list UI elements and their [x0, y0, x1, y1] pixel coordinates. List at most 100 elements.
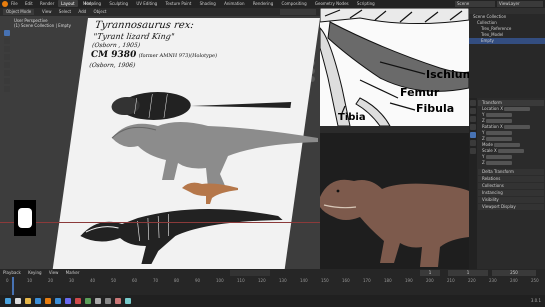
- data-tab-icon[interactable]: [470, 148, 476, 154]
- timeline-tick: 250: [531, 278, 539, 283]
- end-frame-field[interactable]: 250: [492, 270, 536, 276]
- app-icon[interactable]: [125, 298, 131, 304]
- tab-texture-paint[interactable]: Texture Paint: [163, 0, 195, 7]
- files-icon[interactable]: [25, 298, 31, 304]
- measure-tool-icon[interactable]: [4, 86, 10, 92]
- label-femur: Femur: [400, 86, 440, 99]
- object-tab-icon[interactable]: [470, 132, 476, 138]
- browser-icon[interactable]: [35, 298, 41, 304]
- scene-selector[interactable]: Scene: [455, 1, 495, 7]
- record-toggle-icon[interactable]: [18, 208, 32, 228]
- menu-file[interactable]: File: [11, 1, 18, 6]
- section-viewport-display[interactable]: Viewport Display: [478, 204, 544, 210]
- rotate-tool-icon[interactable]: [4, 54, 10, 60]
- rotation-x-field[interactable]: [504, 125, 531, 129]
- transform-tool-icon[interactable]: [4, 70, 10, 76]
- menu-edit[interactable]: Edit: [25, 1, 33, 6]
- menu-view-timeline[interactable]: View: [49, 270, 59, 275]
- location-z-field[interactable]: [486, 119, 513, 123]
- start-frame-field[interactable]: 1: [448, 270, 488, 276]
- menu-select[interactable]: Select: [59, 9, 71, 14]
- select-tool-icon[interactable]: [4, 30, 10, 36]
- tab-rendering[interactable]: Rendering: [250, 0, 276, 7]
- skeleton-side-view: [80, 209, 283, 264]
- blender-icon[interactable]: [45, 298, 51, 304]
- section-delta-transform[interactable]: Delta Transform: [478, 169, 544, 175]
- app-icon[interactable]: [105, 298, 111, 304]
- rotation-z-field[interactable]: [486, 137, 513, 141]
- tab-scripting[interactable]: Scripting: [354, 0, 378, 7]
- section-visibility[interactable]: Visibility: [478, 197, 544, 203]
- render-tab-icon[interactable]: [470, 108, 476, 114]
- tab-compositing[interactable]: Compositing: [279, 0, 310, 7]
- playback-controls[interactable]: [230, 270, 270, 276]
- timeline-panel: Playback Keying View Marker 1 1 250 0 10 2…: [0, 269, 545, 295]
- current-frame-field[interactable]: 1: [420, 270, 440, 276]
- viewport-header: Object Mode View Select Add Object: [0, 8, 320, 16]
- rotation-y-field[interactable]: [485, 131, 512, 135]
- trex-small-model[interactable]: [180, 176, 240, 206]
- shading-buttons[interactable]: [280, 9, 316, 15]
- scale-y-field[interactable]: [485, 155, 512, 159]
- app-icon[interactable]: [95, 298, 101, 304]
- scale-x-field[interactable]: [498, 149, 525, 153]
- app-icon[interactable]: [85, 298, 91, 304]
- tab-sculpting[interactable]: Sculpting: [106, 0, 131, 7]
- mail-icon[interactable]: [55, 298, 61, 304]
- render-preview[interactable]: [320, 133, 469, 269]
- playhead[interactable]: [12, 277, 14, 295]
- scene-tab-icon[interactable]: [470, 124, 476, 130]
- ref-title: Tyrannosaurus rex:: [94, 20, 195, 31]
- location-x-field[interactable]: [504, 107, 531, 111]
- move-tool-icon[interactable]: [4, 46, 10, 52]
- scale-z-field[interactable]: [486, 161, 513, 165]
- constraints-tab-icon[interactable]: [470, 140, 476, 146]
- timeline-tick: 190: [405, 278, 413, 283]
- app-icon[interactable]: [115, 298, 121, 304]
- timeline-tick: 180: [384, 278, 392, 283]
- media-icon[interactable]: [75, 298, 81, 304]
- 3d-viewport[interactable]: User Perspective (1) Scene Collection | …: [0, 16, 320, 269]
- object-mode-dropdown[interactable]: Object Mode: [3, 9, 35, 15]
- prop-label: Mode: [482, 142, 493, 147]
- menu-render[interactable]: Render: [40, 1, 54, 6]
- menu-view[interactable]: View: [42, 9, 52, 14]
- ref-specimen-note: (former AMNH 973)(Holotype): [138, 53, 218, 59]
- rotation-mode-dropdown[interactable]: [494, 143, 521, 147]
- annotate-tool-icon[interactable]: [4, 78, 10, 84]
- section-collections[interactable]: Collections: [478, 183, 544, 189]
- menu-marker[interactable]: Marker: [66, 270, 80, 275]
- timeline-header: Playback Keying View Marker: [3, 270, 85, 276]
- menu-playback[interactable]: Playback: [3, 270, 21, 275]
- location-y-field[interactable]: [485, 113, 512, 117]
- blender-logo-icon[interactable]: [2, 1, 8, 7]
- tab-animation[interactable]: Animation: [221, 0, 247, 7]
- image-editor-anatomy[interactable]: Ischium Femur Fibula Tibia: [320, 8, 469, 126]
- tab-uv-editing[interactable]: UV Editing: [133, 0, 160, 7]
- section-instancing[interactable]: Instancing: [478, 190, 544, 196]
- store-icon[interactable]: [65, 298, 71, 304]
- menu-keying[interactable]: Keying: [28, 270, 41, 275]
- tool-tab-icon[interactable]: [470, 100, 476, 106]
- timeline-ruler[interactable]: 0 10 20 30 40 50 60 70 80 90 100 110 120 130 140 150 160…: [6, 278, 539, 284]
- tab-shading[interactable]: Shading: [197, 0, 219, 7]
- search-icon[interactable]: [15, 298, 21, 304]
- start-icon[interactable]: [5, 298, 11, 304]
- scale-tool-icon[interactable]: [4, 62, 10, 68]
- menu-add[interactable]: Add: [78, 9, 86, 14]
- prop-label: Z: [482, 118, 485, 123]
- timeline-tick: 80: [174, 278, 180, 283]
- label-fibula: Fibula: [416, 102, 455, 115]
- outliner-item[interactable]: Empty: [469, 38, 545, 44]
- section-relations[interactable]: Relations: [478, 176, 544, 182]
- timeline-tick: 130: [279, 278, 287, 283]
- view-layer-selector[interactable]: ViewLayer: [497, 1, 543, 7]
- prop-label: Z: [482, 160, 485, 165]
- output-tab-icon[interactable]: [470, 116, 476, 122]
- tab-modeling[interactable]: Modeling: [80, 0, 104, 7]
- menu-object[interactable]: Object: [93, 9, 106, 14]
- tab-layout[interactable]: Layout: [58, 0, 78, 7]
- label-ischium: Ischium: [426, 68, 469, 81]
- cursor-tool-icon[interactable]: [4, 38, 10, 44]
- tab-geometry-nodes[interactable]: Geometry Nodes: [312, 0, 352, 7]
